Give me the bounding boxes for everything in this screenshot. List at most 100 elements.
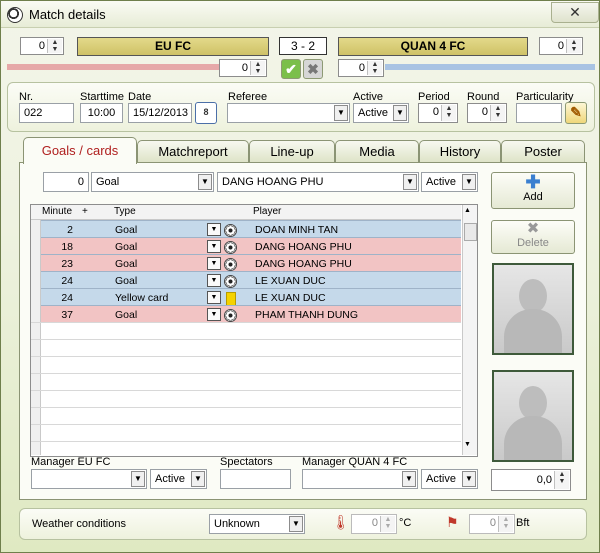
dropdown-arrow-icon[interactable]: ▼	[207, 291, 221, 304]
empty-row	[31, 356, 461, 374]
dropdown-arrow-icon[interactable]: ▼	[403, 174, 417, 190]
title-bar: Match details ✕	[1, 1, 599, 28]
tab-poster[interactable]: Poster	[501, 140, 585, 163]
temperature-stepper[interactable]: 0 ▲ ▼	[351, 514, 397, 534]
spin-arrows-icon[interactable]: ▲ ▼	[566, 39, 581, 53]
spin-arrows-icon[interactable]: ▲ ▼	[498, 516, 513, 532]
dropdown-arrow-icon[interactable]: ▼	[393, 105, 407, 121]
spin-arrows-icon[interactable]: ▲ ▼	[47, 39, 62, 53]
table-row[interactable]: 18 Goal ▼ DANG HOANG PHU	[41, 237, 461, 255]
delete-button[interactable]: ✖ Delete	[491, 220, 575, 254]
home-color-bar	[7, 64, 219, 70]
starttime-label: Starttime	[80, 91, 125, 103]
empty-row	[31, 339, 461, 357]
cell-player: DOAN MINH TAN	[255, 224, 339, 236]
weather-select[interactable]: Unknown ▼	[209, 514, 305, 534]
date-field[interactable]: 15/12/2013	[128, 103, 192, 123]
score-display: 3 - 2	[279, 37, 327, 55]
home-extra-stepper[interactable]: 0 ▲ ▼	[20, 37, 64, 55]
manager-home-label: Manager EU FC	[31, 456, 111, 468]
dropdown-arrow-icon[interactable]: ▼	[207, 257, 221, 270]
spectators-label: Spectators	[220, 456, 273, 468]
spin-arrows-icon[interactable]: ▲ ▼	[554, 471, 569, 489]
avatar-body-icon	[504, 416, 562, 460]
table-row[interactable]: 37 Goal ▼ PHAM THANH DUNG	[41, 305, 461, 323]
period-stepper[interactable]: 0 ▲ ▼	[418, 103, 458, 123]
yellow-card-icon	[226, 292, 236, 306]
spin-arrows-icon[interactable]: ▲ ▼	[367, 61, 382, 75]
spin-arrows-icon[interactable]: ▲ ▼	[250, 61, 265, 75]
scroll-thumb[interactable]	[464, 223, 477, 241]
particularity-field[interactable]	[516, 103, 562, 123]
col-type: Type	[114, 206, 136, 217]
decimal-stepper[interactable]: 0,0 ▲ ▼	[491, 469, 571, 491]
cancel-x-icon[interactable]: ✖	[303, 59, 323, 79]
player-select[interactable]: DANG HOANG PHU ▼	[217, 172, 419, 192]
dropdown-arrow-icon[interactable]: ▼	[207, 308, 221, 321]
dropdown-arrow-icon[interactable]: ▼	[462, 174, 476, 190]
tab-history[interactable]: History	[419, 140, 501, 163]
add-button[interactable]: ✚ Add	[491, 172, 575, 209]
scroll-down-icon[interactable]: ▼	[464, 441, 471, 448]
referee-select[interactable]: ▼	[227, 103, 350, 123]
tab-media[interactable]: Media	[335, 140, 419, 163]
match-info-panel: Nr. 022 Starttime 10:00 Date 15/12/2013 …	[7, 82, 595, 132]
dropdown-arrow-icon[interactable]: ▼	[402, 471, 416, 487]
plus-icon: ✚	[525, 172, 541, 192]
tab-matchreport[interactable]: Matchreport	[137, 140, 249, 163]
nr-field[interactable]: 022	[19, 103, 74, 123]
cell-type: Goal	[115, 258, 138, 270]
date-label: Date	[128, 91, 152, 103]
avatar-head-icon	[519, 279, 547, 313]
table-row[interactable]: 2 Goal ▼ DOAN MINH TAN	[41, 220, 461, 238]
status-select[interactable]: Active ▼	[421, 172, 478, 192]
table-row[interactable]: 24 Goal ▼ LE XUAN DUC	[41, 271, 461, 289]
minute-field[interactable]: 0	[43, 172, 89, 192]
pencil-icon[interactable]: ✎	[565, 102, 587, 124]
empty-row	[31, 390, 461, 408]
away-team-bar: QUAN 4 FC	[338, 37, 528, 56]
manager-home-select[interactable]: ▼	[31, 469, 147, 489]
empty-row	[31, 322, 461, 340]
dropdown-arrow-icon[interactable]: ▼	[462, 471, 476, 487]
dropdown-arrow-icon[interactable]: ▼	[198, 174, 212, 190]
away-goals-stepper[interactable]: 0 ▲ ▼	[338, 59, 384, 77]
tab-line-up[interactable]: Line-up	[249, 140, 335, 163]
starttime-field[interactable]: 10:00	[80, 103, 123, 123]
home-goals-stepper[interactable]: 0 ▲ ▼	[219, 59, 267, 77]
spectators-field[interactable]	[220, 469, 291, 489]
round-label: Round	[467, 91, 500, 103]
dropdown-arrow-icon[interactable]: ▼	[207, 223, 221, 236]
ball-icon	[224, 241, 237, 254]
temperature-unit: °C	[399, 517, 412, 529]
cell-minute: 24	[61, 275, 73, 287]
wind-stepper[interactable]: 0 ▲ ▼	[469, 514, 515, 534]
calendar-icon[interactable]: 8	[195, 102, 217, 124]
manager-away-status-select[interactable]: Active ▼	[421, 469, 478, 489]
active-select[interactable]: Active ▼	[353, 103, 409, 123]
cell-minute: 24	[61, 292, 73, 304]
round-stepper[interactable]: 0 ▲ ▼	[467, 103, 507, 123]
dropdown-arrow-icon[interactable]: ▼	[191, 471, 205, 487]
tab-goals-cards[interactable]: Goals / cards	[23, 137, 137, 164]
dropdown-arrow-icon[interactable]: ▼	[207, 274, 221, 287]
dropdown-arrow-icon[interactable]: ▼	[289, 516, 303, 532]
away-extra-stepper[interactable]: 0 ▲ ▼	[539, 37, 583, 55]
scroll-up-icon[interactable]: ▲	[464, 207, 471, 214]
spin-arrows-icon[interactable]: ▲ ▼	[380, 516, 395, 532]
spin-arrows-icon[interactable]: ▲ ▼	[490, 105, 505, 121]
table-row[interactable]: 24 Yellow card ▼ LE XUAN DUC	[41, 288, 461, 306]
cell-type: Goal	[115, 224, 138, 236]
vertical-scrollbar[interactable]: ▲ ▼	[462, 205, 477, 455]
dropdown-arrow-icon[interactable]: ▼	[207, 240, 221, 253]
type-select[interactable]: Goal ▼	[91, 172, 214, 192]
table-row[interactable]: 23 Goal ▼ DANG HOANG PHU	[41, 254, 461, 272]
manager-home-status-select[interactable]: Active ▼	[150, 469, 207, 489]
dropdown-arrow-icon[interactable]: ▼	[334, 105, 348, 121]
ball-icon	[224, 258, 237, 271]
dropdown-arrow-icon[interactable]: ▼	[131, 471, 145, 487]
close-button[interactable]: ✕	[551, 2, 599, 23]
spin-arrows-icon[interactable]: ▲ ▼	[441, 105, 456, 121]
manager-away-select[interactable]: ▼	[302, 469, 418, 489]
confirm-check-icon[interactable]: ✔	[281, 59, 301, 79]
